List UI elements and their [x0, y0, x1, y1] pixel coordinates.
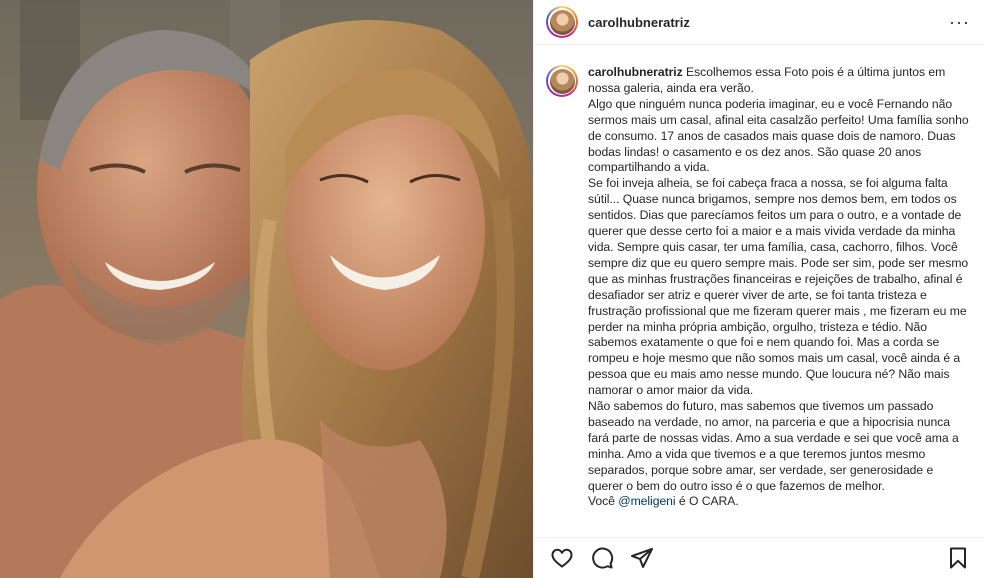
avatar-image	[549, 68, 575, 94]
post-side-panel: carolhubneratriz ··· carolhubneratriz Es…	[533, 0, 984, 578]
caption-paragraph-3: Não sabemos do futuro, mas sabemos que t…	[588, 399, 959, 493]
mention-link[interactable]: @meligeni	[618, 494, 675, 508]
heart-icon[interactable]	[550, 546, 574, 570]
avatar-ring	[548, 67, 576, 95]
photo-illustration	[0, 0, 533, 578]
avatar-image	[549, 9, 575, 35]
caption-paragraph-2: Se foi inveja alheia, se foi cabeça frac…	[588, 176, 969, 398]
share-icon[interactable]	[630, 546, 654, 570]
caption-paragraph-1: Algo que ninguém nunca poderia imaginar,…	[588, 96, 969, 175]
more-options-icon[interactable]: ···	[949, 13, 970, 31]
avatar[interactable]	[546, 6, 578, 38]
caption-avatar[interactable]	[546, 65, 578, 97]
caption-last-suffix: é O CARA.	[675, 494, 739, 509]
post-header: carolhubneratriz ···	[534, 0, 984, 45]
caption-first-line: carolhubneratriz Escolhemos essa Foto po…	[588, 65, 970, 97]
caption-last-line: Você @meligeni é O CARA.	[588, 494, 970, 510]
caption-area: carolhubneratriz Escolhemos essa Foto po…	[534, 45, 984, 537]
post-actions-bar	[534, 537, 984, 578]
post-photo[interactable]	[0, 0, 533, 578]
avatar-ring	[548, 8, 576, 36]
header-username[interactable]: carolhubneratriz	[588, 15, 949, 30]
caption-last-prefix: Você	[588, 494, 619, 509]
bookmark-icon[interactable]	[946, 546, 970, 570]
comment-icon[interactable]	[590, 546, 614, 570]
instagram-post: carolhubneratriz ··· carolhubneratriz Es…	[0, 0, 984, 578]
caption-text: carolhubneratriz Escolhemos essa Foto po…	[588, 65, 970, 537]
caption-username[interactable]: carolhubneratriz	[588, 65, 683, 79]
